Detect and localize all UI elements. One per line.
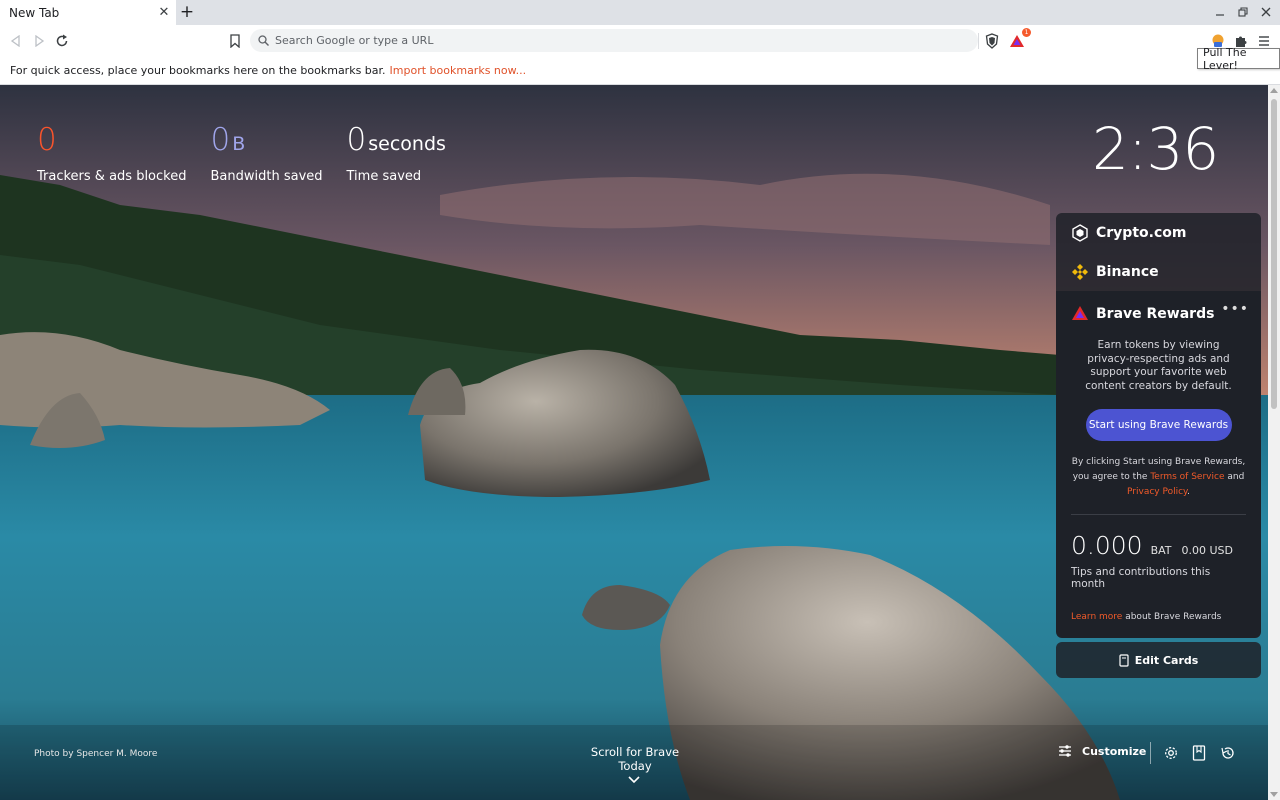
stat-bandwidth-saved: 0 B Bandwidth saved (210, 122, 323, 185)
minimize-icon[interactable] (1211, 4, 1229, 20)
settings-gear-icon[interactable] (1162, 744, 1180, 762)
binance-icon (1071, 263, 1089, 281)
rewards-balance: 0.000 BAT 0.00 USD (1071, 531, 1246, 560)
photographer-link[interactable]: Spencer M. Moore (76, 749, 157, 759)
trackers-label: Trackers & ads blocked (37, 169, 187, 184)
tab-new-tab[interactable]: New Tab ✕ (0, 0, 176, 25)
time-value: 0 (346, 122, 367, 158)
brave-rewards-logo-icon (1071, 305, 1089, 323)
stat-time-saved: 0 seconds Time saved (346, 122, 446, 185)
rewards-legal-text: By clicking Start using Brave Rewards, y… (1071, 455, 1246, 500)
browser-toolbar: Search Google or type a URL 1 (0, 25, 1280, 57)
brave-rewards-widget: Brave Rewards ••• Earn tokens by viewing… (1056, 291, 1261, 638)
learn-more-suffix: about Brave Rewards (1125, 612, 1222, 622)
photo-credit: Photo by Spencer M. Moore (34, 749, 157, 759)
omnibox-placeholder: Search Google or type a URL (275, 34, 434, 47)
stat-trackers-blocked: 0 Trackers & ads blocked (37, 122, 187, 185)
binance-label: Binance (1096, 263, 1159, 280)
time-unit: seconds (368, 133, 446, 155)
new-tab-page: 0 Trackers & ads blocked 0 B Bandwidth s… (0, 85, 1268, 800)
restore-icon[interactable] (1234, 4, 1252, 20)
balance-label: Tips and contributions this month (1071, 566, 1211, 590)
rewards-divider (1071, 514, 1246, 515)
search-icon (258, 35, 269, 46)
widget-stack: Crypto.com Binance Brave Rewards ••• Ear… (1056, 213, 1261, 678)
new-tab-button[interactable]: + (178, 2, 196, 22)
edit-cards-label: Edit Cards (1134, 653, 1199, 667)
bookmarks-bar: For quick access, place your bookmarks h… (0, 57, 1280, 85)
balance-unit: BAT (1150, 544, 1172, 557)
stats-panel: 0 Trackers & ads blocked 0 B Bandwidth s… (37, 122, 470, 185)
forward-icon[interactable] (28, 30, 50, 52)
rewards-description: Earn tokens by viewing privacy-respectin… (1085, 339, 1232, 392)
crypto-com-widget[interactable]: Crypto.com (1056, 213, 1261, 252)
brave-shields-icon[interactable] (981, 30, 1003, 52)
chevron-down-icon[interactable] (627, 769, 641, 788)
crypto-com-label: Crypto.com (1096, 224, 1187, 241)
scrollbar-thumb[interactable] (1271, 99, 1277, 409)
balance-usd: 0.00 USD (1181, 544, 1234, 557)
privacy-policy-link[interactable]: Privacy Policy (1127, 487, 1187, 497)
crypto-com-icon (1071, 223, 1089, 242)
rewards-badge: 1 (1022, 28, 1031, 37)
edit-cards-icon (1119, 653, 1129, 667)
close-tab-icon[interactable]: ✕ (155, 4, 173, 22)
import-bookmarks-link[interactable]: Import bookmarks now... (390, 64, 527, 77)
sliders-icon (1058, 744, 1072, 758)
tab-strip: New Tab ✕ + (0, 0, 1280, 25)
brave-rewards-icon[interactable]: 1 (1006, 28, 1031, 52)
customize-label: Customize (1082, 744, 1147, 758)
bookmarks-bar-message: For quick access, place your bookmarks h… (10, 64, 386, 77)
rewards-title: Brave Rewards (1096, 306, 1215, 322)
start-rewards-button[interactable]: Start using Brave Rewards (1085, 409, 1232, 441)
learn-more-row: Learn more about Brave Rewards (1071, 612, 1246, 622)
legal-period: . (1187, 487, 1190, 497)
close-window-icon[interactable] (1257, 4, 1275, 20)
footer-separator (1150, 742, 1151, 764)
page-scrollbar[interactable] (1268, 85, 1280, 800)
scroll-up-arrow-icon[interactable] (1270, 88, 1278, 93)
rewards-more-icon[interactable]: ••• (1221, 301, 1249, 317)
terms-of-service-link[interactable]: Terms of Service (1150, 472, 1224, 482)
bandwidth-unit: B (232, 133, 246, 155)
photo-by-label: Photo by (34, 749, 74, 759)
bookmarks-icon[interactable] (1190, 744, 1208, 762)
customize-button[interactable]: Customize (1058, 744, 1146, 758)
time-label: Time saved (346, 169, 422, 184)
scroll-down-arrow-icon[interactable] (1270, 792, 1278, 797)
back-icon[interactable] (5, 30, 27, 52)
binance-widget[interactable]: Binance (1056, 252, 1261, 291)
edit-cards-button[interactable]: Edit Cards (1056, 642, 1261, 678)
trackers-count: 0 (37, 122, 57, 158)
bandwidth-value: 0 (210, 122, 231, 158)
balance-amount: 0.000 (1071, 531, 1143, 560)
extension-tooltip: Pull The Lever! (1197, 46, 1280, 72)
legal-and: and (1227, 472, 1245, 482)
tab-title: New Tab (9, 5, 60, 20)
omnibox-separator (978, 33, 979, 49)
omnibox[interactable]: Search Google or type a URL (250, 29, 978, 52)
learn-more-link[interactable]: Learn more (1071, 612, 1122, 622)
bookmark-icon[interactable] (224, 30, 246, 52)
reload-icon[interactable] (51, 30, 73, 52)
bandwidth-label: Bandwidth saved (210, 169, 323, 184)
history-icon[interactable] (1219, 744, 1237, 762)
clock[interactable]: 2:36 (1092, 115, 1219, 183)
